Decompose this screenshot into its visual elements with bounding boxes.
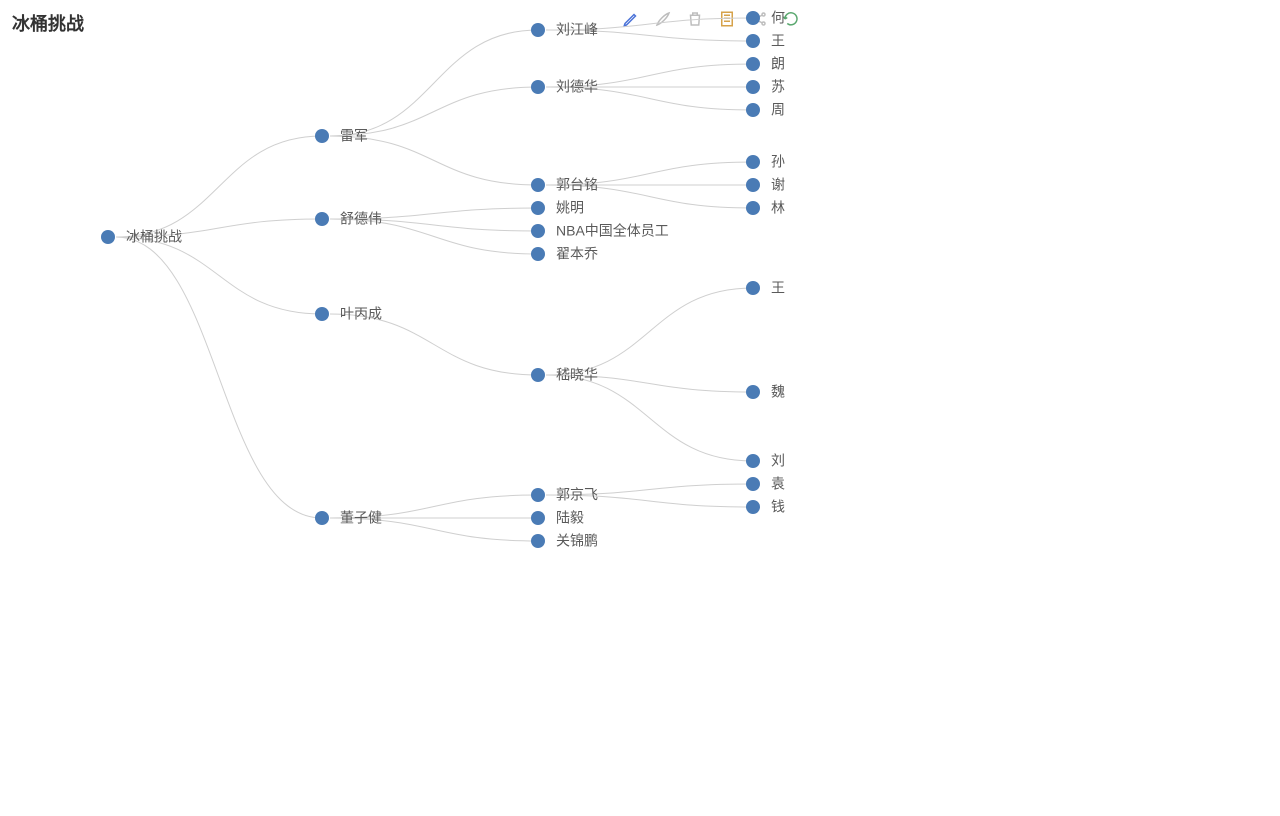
mindmap-node[interactable]: 钱 xyxy=(746,499,785,515)
mindmap-node[interactable]: 嵇晓华 xyxy=(531,367,598,383)
mindmap-edge xyxy=(116,136,322,237)
node-dot-icon[interactable] xyxy=(531,80,545,94)
node-dot-icon[interactable] xyxy=(531,534,545,548)
node-label: 姚明 xyxy=(556,200,584,216)
mindmap-node[interactable]: 王 xyxy=(746,33,785,49)
node-label: 叶丙成 xyxy=(340,306,382,322)
node-dot-icon[interactable] xyxy=(531,224,545,238)
node-dot-icon[interactable] xyxy=(746,500,760,514)
mindmap-node[interactable]: 刘 xyxy=(746,453,785,469)
node-dot-icon[interactable] xyxy=(746,34,760,48)
node-dot-icon[interactable] xyxy=(315,511,329,525)
node-dot-icon[interactable] xyxy=(531,511,545,525)
mindmap-edge xyxy=(116,237,322,314)
mindmap-viewport[interactable]: 冰桶挑战雷军刘江峰何王刘德华朗苏周郭台铭孙谢林舒德伟姚明NBA中国全体员工翟本乔… xyxy=(0,0,790,816)
node-label: 雷军 xyxy=(340,128,368,144)
node-label: 何 xyxy=(771,10,785,26)
node-dot-icon[interactable] xyxy=(746,281,760,295)
node-label: 关锦鹏 xyxy=(556,533,598,549)
node-label: 翟本乔 xyxy=(556,246,598,262)
node-label: 钱 xyxy=(771,499,785,515)
mindmap-node[interactable]: 朗 xyxy=(746,56,785,72)
mindmap-node[interactable]: 何 xyxy=(746,10,785,26)
node-dot-icon[interactable] xyxy=(746,103,760,117)
mindmap-node[interactable]: 苏 xyxy=(746,79,785,95)
mindmap-edge xyxy=(546,375,753,461)
node-label: 冰桶挑战 xyxy=(126,229,182,245)
node-label: 苏 xyxy=(771,79,785,95)
node-label: 刘德华 xyxy=(556,79,598,95)
node-label: 嵇晓华 xyxy=(556,367,598,383)
mindmap-node[interactable]: NBA中国全体员工 xyxy=(531,223,669,239)
mindmap-node[interactable]: 郭京飞 xyxy=(531,487,598,503)
mindmap-node[interactable]: 雷军 xyxy=(315,128,368,144)
node-label: 刘 xyxy=(771,453,785,469)
node-label: 陆毅 xyxy=(556,510,584,526)
node-dot-icon[interactable] xyxy=(746,454,760,468)
node-label: 孙 xyxy=(771,154,785,170)
mindmap-node[interactable]: 舒德伟 xyxy=(315,211,382,227)
node-dot-icon[interactable] xyxy=(746,385,760,399)
node-dot-icon[interactable] xyxy=(531,368,545,382)
mindmap-edge xyxy=(330,314,538,375)
node-label: 刘江峰 xyxy=(556,22,598,38)
node-dot-icon[interactable] xyxy=(315,212,329,226)
node-dot-icon[interactable] xyxy=(746,178,760,192)
node-label: 袁 xyxy=(771,476,785,492)
mindmap-node[interactable]: 孙 xyxy=(746,154,785,170)
node-dot-icon[interactable] xyxy=(746,155,760,169)
mindmap-node[interactable]: 林 xyxy=(746,200,785,216)
node-dot-icon[interactable] xyxy=(315,307,329,321)
node-label: 魏 xyxy=(771,384,785,400)
mindmap-edge xyxy=(116,237,322,518)
mindmap-node[interactable]: 刘德华 xyxy=(531,79,598,95)
mindmap-edge xyxy=(546,288,753,375)
mindmap-node[interactable]: 冰桶挑战 xyxy=(101,229,182,245)
mindmap-node[interactable]: 刘江峰 xyxy=(531,22,598,38)
node-label: 谢 xyxy=(771,177,785,193)
node-label: 林 xyxy=(771,200,785,216)
mindmap-node[interactable]: 周 xyxy=(746,102,785,118)
node-label: 王 xyxy=(771,33,785,49)
node-dot-icon[interactable] xyxy=(746,477,760,491)
node-dot-icon[interactable] xyxy=(531,488,545,502)
mindmap-edge xyxy=(330,30,538,136)
node-dot-icon[interactable] xyxy=(746,80,760,94)
mindmap-node[interactable]: 郭台铭 xyxy=(531,177,598,193)
node-label: 朗 xyxy=(771,56,785,72)
node-label: 郭京飞 xyxy=(556,487,598,503)
node-dot-icon[interactable] xyxy=(101,230,115,244)
node-label: NBA中国全体员工 xyxy=(556,223,669,239)
node-dot-icon[interactable] xyxy=(531,201,545,215)
mindmap-node[interactable]: 王 xyxy=(746,280,785,296)
mindmap-node[interactable]: 袁 xyxy=(746,476,785,492)
node-label: 舒德伟 xyxy=(340,211,382,227)
mindmap-node[interactable]: 谢 xyxy=(746,177,785,193)
mindmap-node[interactable]: 叶丙成 xyxy=(315,306,382,322)
mindmap-node[interactable]: 翟本乔 xyxy=(531,246,598,262)
mindmap-node[interactable]: 关锦鹏 xyxy=(531,533,598,549)
node-dot-icon[interactable] xyxy=(315,129,329,143)
node-dot-icon[interactable] xyxy=(531,23,545,37)
node-dot-icon[interactable] xyxy=(746,57,760,71)
mindmap-node[interactable]: 姚明 xyxy=(531,200,584,216)
node-label: 周 xyxy=(771,102,785,118)
node-dot-icon[interactable] xyxy=(746,11,760,25)
node-label: 郭台铭 xyxy=(556,177,598,193)
mindmap-node[interactable]: 魏 xyxy=(746,384,785,400)
node-dot-icon[interactable] xyxy=(746,201,760,215)
node-label: 董子健 xyxy=(340,510,382,526)
mindmap-node[interactable]: 董子健 xyxy=(315,510,382,526)
node-dot-icon[interactable] xyxy=(531,247,545,261)
mindmap-node[interactable]: 陆毅 xyxy=(531,510,584,526)
node-dot-icon[interactable] xyxy=(531,178,545,192)
node-label: 王 xyxy=(771,280,785,296)
